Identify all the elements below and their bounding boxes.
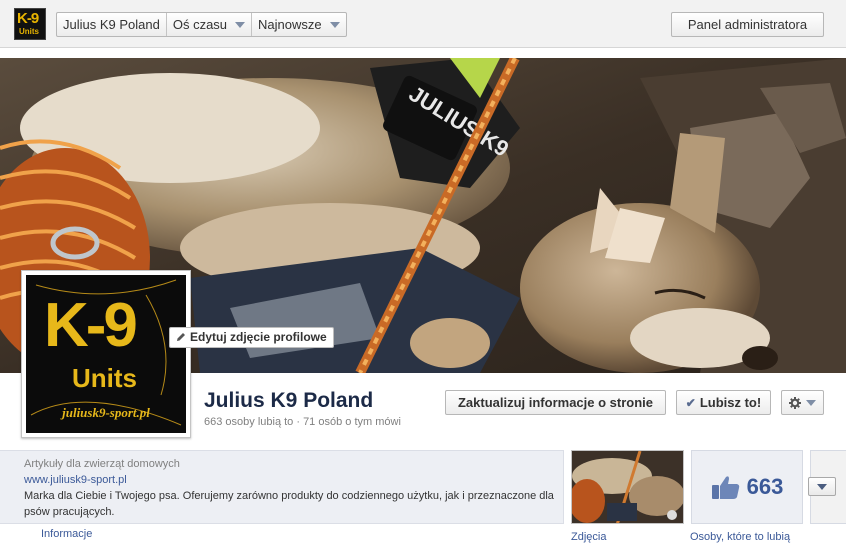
profile-logo-units: Units (72, 363, 137, 393)
thumbs-up-icon (711, 476, 739, 499)
edit-profile-photo-button[interactable]: Edytuj zdjęcie profilowe (169, 327, 334, 348)
timeline-nav: Julius K9 Poland Oś czasu Najnowsze (56, 12, 347, 37)
edit-profile-photo-label: Edytuj zdjęcie profilowe (190, 330, 327, 344)
page-category: Artykuły dla zwierząt domowych (24, 458, 180, 470)
top-bar: K-9 Units Julius K9 Poland Oś czasu Najn… (0, 0, 846, 48)
gear-icon (789, 396, 801, 409)
website-link[interactable]: www.juliusk9-sport.pl (24, 474, 127, 486)
about-box: Artykuły dla zwierząt domowych www.juliu… (0, 450, 564, 524)
chevron-down-icon (235, 21, 246, 28)
admin-panel-button[interactable]: Panel administratora (671, 12, 824, 37)
like-button-label: Lubisz to! (699, 395, 762, 410)
check-icon: ✔ (685, 396, 696, 410)
logo-text: K-9 (17, 10, 39, 27)
profile-logo-url: juliusk9-sport.pl (62, 405, 150, 420)
likes-tile-label[interactable]: Osoby, które to lubią (690, 531, 790, 543)
chevron-down-icon (806, 399, 816, 406)
pencil-icon (177, 333, 185, 341)
likes-count: 663 (746, 474, 784, 499)
logo-subtext: Units (19, 27, 39, 36)
nav-page-name-label: Julius K9 Poland (63, 17, 160, 32)
profile-logo-text: K-9 (44, 291, 138, 360)
page-title: Julius K9 Poland (204, 389, 374, 412)
photos-tile-label[interactable]: Zdjęcia (571, 531, 606, 543)
profile-picture[interactable]: K-9 Units juliusk9-sport.pl (21, 270, 191, 438)
info-link[interactable]: Informacje (41, 528, 92, 540)
page-stats: 663 osoby lubią to · 71 osób o tym mówi (204, 416, 401, 428)
likes-tile[interactable]: 663 (691, 450, 803, 524)
photos-thumbnail (572, 451, 683, 523)
settings-dropdown-button[interactable] (781, 390, 824, 415)
nav-newest-dropdown[interactable]: Najnowsze (252, 13, 346, 36)
k9-units-logo-image: K-9 Units juliusk9-sport.pl (26, 275, 186, 433)
page-description: Marka dla Ciebie i Twojego psa. Oferujem… (24, 490, 554, 518)
chevron-down-icon (329, 21, 340, 28)
update-page-info-button[interactable]: Zaktualizuj informacje o stronie (445, 390, 666, 415)
nav-page-name-button[interactable]: Julius K9 Poland (57, 13, 167, 36)
chevron-down-icon (817, 483, 827, 490)
photos-tile[interactable] (571, 450, 684, 524)
nav-timeline-label: Oś czasu (172, 17, 228, 32)
more-apps-button[interactable] (808, 477, 836, 496)
nav-timeline-dropdown[interactable]: Oś czasu (167, 13, 253, 36)
nav-newest-label: Najnowsze (258, 17, 322, 32)
like-button[interactable]: ✔ Lubisz to! (676, 390, 771, 415)
k9-units-logo-icon[interactable]: K-9 Units (14, 8, 46, 40)
